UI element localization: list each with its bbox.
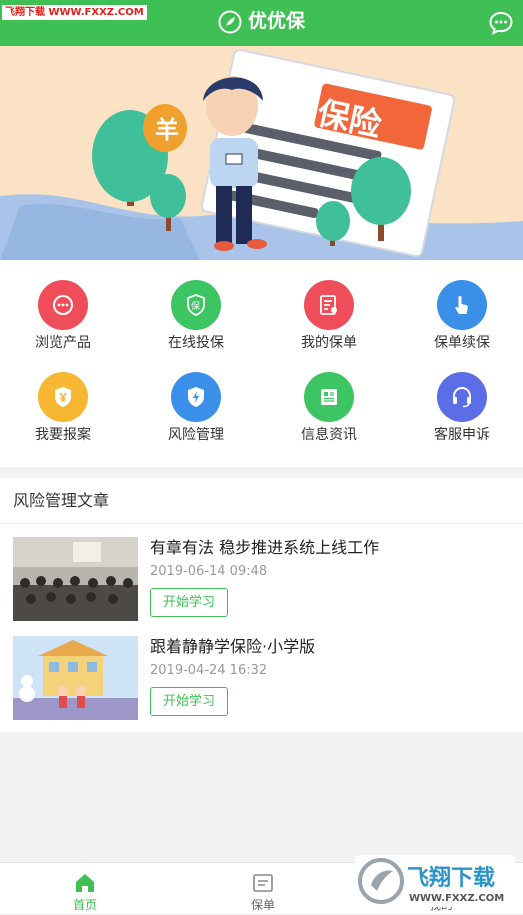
menu-my-policy[interactable]: 我的保单 [279, 260, 379, 351]
corner-watermark-logo: 飞翔下载 WWW.FXXZ.COM [355, 855, 515, 907]
section-title: 风险管理文章 [13, 491, 110, 510]
start-study-button[interactable]: 开始学习 [150, 588, 228, 617]
svg-text:WWW.FXXZ.COM: WWW.FXXZ.COM [409, 893, 504, 904]
menu-label: 客服申诉 [434, 427, 490, 443]
news-icon [304, 372, 354, 422]
svg-text:保: 保 [191, 300, 200, 312]
menu-label: 保单续保 [434, 335, 490, 351]
menu-label: 风险管理 [168, 427, 224, 443]
article-time: 2019-06-14 09:48 [150, 564, 268, 579]
tab-label: 保单 [250, 898, 275, 912]
article-item[interactable]: 跟着静静学保险·小学版 2019-04-24 16:32 开始学习 [0, 636, 523, 726]
menu-browse-products[interactable]: 浏览产品 [13, 260, 113, 351]
leaf-logo-icon [218, 10, 242, 34]
app-title: 优优保 [248, 10, 306, 32]
hand-tap-icon [437, 280, 487, 330]
menu-news[interactable]: 信息资讯 [279, 352, 379, 443]
menu-label: 我要报案 [35, 427, 91, 443]
article-item[interactable]: 有章有法 稳步推进系统上线工作 2019-06-14 09:48 开始学习 [0, 537, 523, 627]
article-thumbnail [13, 636, 138, 720]
divider [0, 523, 523, 524]
article-title: 有章有法 稳步推进系统上线工作 [150, 538, 380, 557]
tab-home[interactable]: 首页 [35, 863, 135, 915]
menu-risk-management[interactable]: 风险管理 [146, 352, 246, 443]
home-icon [76, 874, 94, 892]
banner-illustration: 保险 羊 [0, 46, 523, 260]
svg-text:羊: 羊 [155, 116, 179, 144]
article-title: 跟着静静学保险·小学版 [150, 637, 316, 656]
more-dots-icon [38, 280, 88, 330]
article-time: 2019-04-24 16:32 [150, 663, 268, 678]
shield-yen-icon [38, 372, 88, 422]
chat-bubble-icon[interactable] [488, 10, 514, 36]
menu-label: 信息资讯 [301, 427, 357, 443]
menu-report-claim[interactable]: 我要报案 [13, 352, 113, 443]
app-header: 飞翔下载 WWW.FXXZ.COM 优优保 [0, 0, 523, 46]
shield-bao-icon: 保 [171, 280, 221, 330]
promo-banner[interactable]: 保险 羊 [0, 46, 523, 260]
svg-text:飞翔下载: 飞翔下载 [407, 865, 495, 891]
start-study-button[interactable]: 开始学习 [150, 687, 228, 716]
shield-bolt-icon [171, 372, 221, 422]
risk-articles-section: 风险管理文章 有章有法 稳步推进系统上线工作 2019-06-14 09:48 … [0, 478, 523, 732]
tab-policy[interactable]: 保单 [213, 863, 313, 915]
menu-label: 在线投保 [168, 335, 224, 351]
tab-label: 首页 [72, 898, 97, 912]
headset-icon [437, 372, 487, 422]
menu-policy-renew[interactable]: 保单续保 [412, 260, 512, 351]
site-watermark: 飞翔下载 WWW.FXXZ.COM [2, 5, 147, 20]
article-thumbnail [13, 537, 138, 621]
menu-label: 浏览产品 [35, 335, 91, 351]
menu-label: 我的保单 [301, 335, 357, 351]
menu-online-insure[interactable]: 保 在线投保 [146, 260, 246, 351]
policy-doc-icon [304, 280, 354, 330]
menu-customer-service[interactable]: 客服申诉 [412, 352, 512, 443]
feature-grid: 浏览产品 保 在线投保 我的保单 保单续保 我要报案 风险管理 信息资讯 客服申… [0, 260, 523, 467]
policy-list-icon [253, 874, 273, 892]
